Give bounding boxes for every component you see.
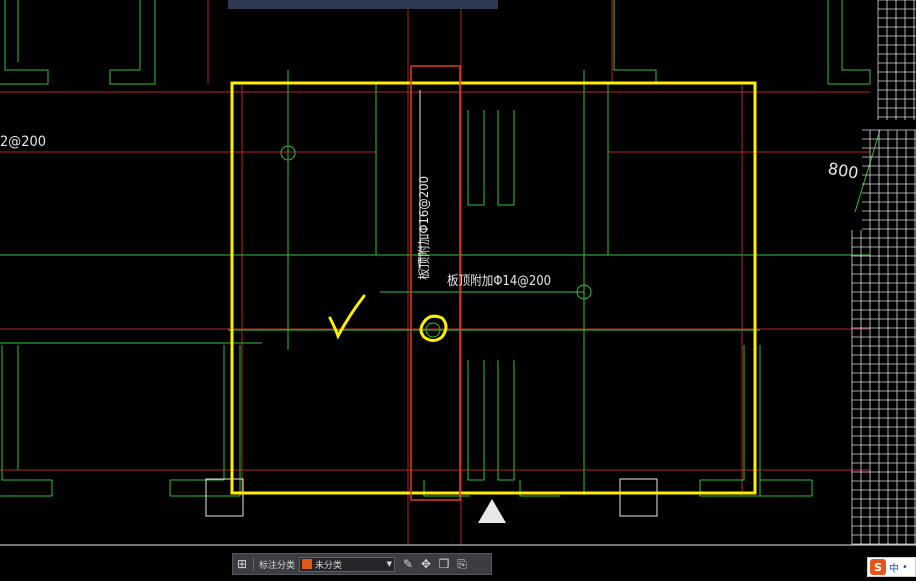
paste-icon[interactable]: ⎘ [453, 555, 471, 573]
sogou-logo-icon: S [870, 559, 886, 575]
horizontal-rebar-label: 板顶附加Φ14@200 [447, 274, 551, 289]
annotation-toolbar: ⊞ 标注分类 未分类 ▼ ✎ ✥ ❐ ⎘ [232, 553, 492, 575]
move-icon[interactable]: ✥ [417, 555, 435, 573]
vertical-rebar-label: 板顶附加Φ16@200 [417, 176, 431, 280]
copy-icon[interactable]: ❐ [435, 555, 453, 573]
category-select-value: 未分类 [315, 560, 343, 571]
left-rebar-label: 2@200 [0, 134, 46, 150]
cad-canvas[interactable]: 2@200 800 板顶附加Φ16@200 板顶附加Φ14@200 [0, 0, 916, 581]
top-tooltip [228, 0, 498, 9]
category-select[interactable]: 未分类 ▼ [299, 556, 396, 572]
category-color-swatch [302, 559, 313, 569]
grid-icon[interactable]: ⊞ [233, 555, 251, 573]
ime-status-bar[interactable]: S 中 • [867, 557, 916, 577]
chevron-down-icon: ▼ [386, 560, 393, 568]
ime-dot: • [902, 561, 908, 573]
ime-mode[interactable]: 中 [889, 560, 899, 575]
category-label: 标注分类 [259, 560, 296, 571]
edit-icon[interactable]: ✎ [399, 555, 417, 573]
toolbar-separator [253, 557, 254, 571]
